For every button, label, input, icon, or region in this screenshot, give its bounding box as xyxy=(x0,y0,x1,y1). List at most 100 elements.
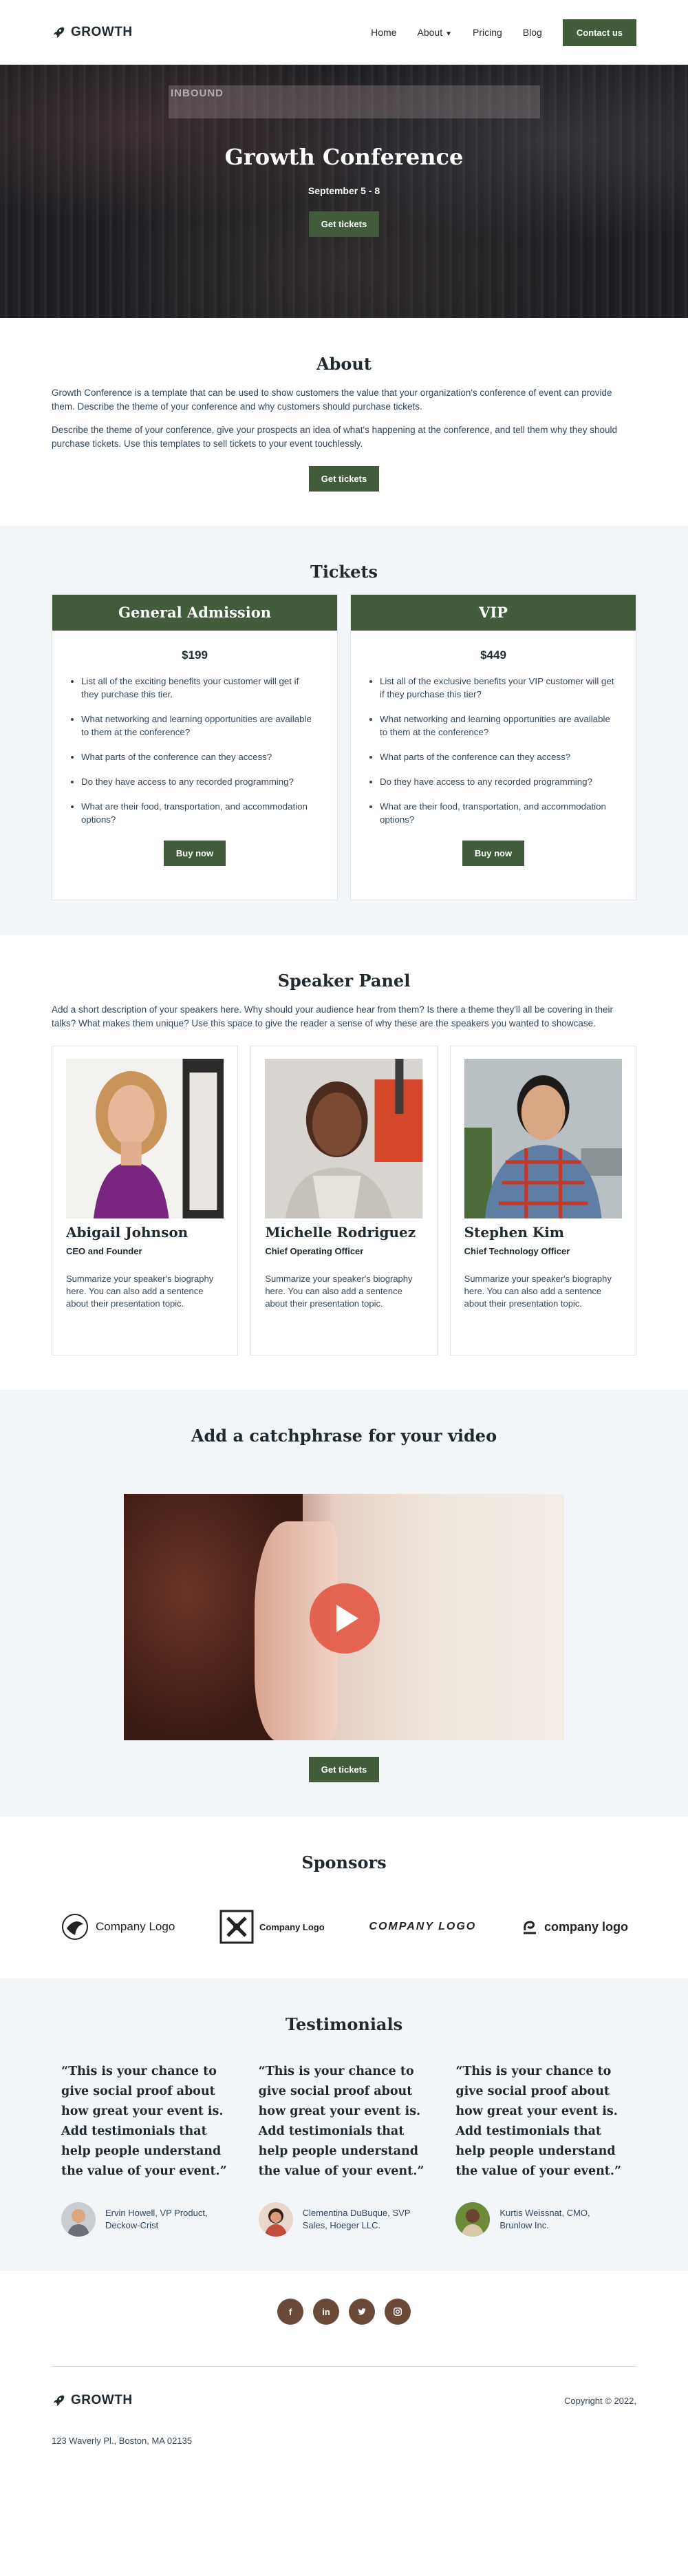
about-paragraph-2: Describe the theme of your conference, g… xyxy=(52,425,618,449)
video-title: Add a catchphrase for your video xyxy=(191,1426,497,1446)
about-section: About Growth Conference is a template th… xyxy=(0,318,688,526)
video-player[interactable] xyxy=(124,1494,564,1740)
avatar xyxy=(455,2202,491,2237)
leaf-icon xyxy=(62,1914,88,1940)
footer-logo[interactable]: GROWTH xyxy=(52,2393,133,2408)
testimonial-author: Clementina DuBuque, SVP xyxy=(302,2208,411,2218)
tickets-section: Tickets General Admission $199 List all … xyxy=(0,526,688,935)
linkedin-icon[interactable]: in xyxy=(313,2299,339,2325)
ticket-price: $199 xyxy=(182,648,208,662)
ticket-feature: List all of the exciting benefits your c… xyxy=(81,675,316,701)
testimonial-quote: “This is your chance to give social proo… xyxy=(61,2065,227,2178)
testimonials-title: Testimonials xyxy=(285,2014,403,2034)
speaker-photo xyxy=(265,1059,423,1218)
nav-blog[interactable]: Blog xyxy=(523,27,542,38)
nav-about-label: About xyxy=(417,27,443,38)
facebook-icon[interactable]: f xyxy=(277,2299,303,2325)
speaker-photo xyxy=(66,1059,224,1218)
sponsor-logo[interactable]: company logo xyxy=(521,1918,628,1936)
avatar xyxy=(61,2202,96,2237)
speaker-card: Abigail Johnson CEO and Founder Summariz… xyxy=(52,1046,239,1355)
ticket-card-vip: VIP $449 List all of the exclusive benef… xyxy=(350,594,636,900)
chevron-down-icon: ▼ xyxy=(445,30,452,38)
hero-banner: INBOUND Growth Conference September 5 - … xyxy=(0,65,688,318)
sponsor-logo-text: COMPANY LOGO xyxy=(369,1921,477,1932)
testimonial-company: Deckow-Crist xyxy=(105,2220,159,2230)
sponsors-section: Sponsors Company Logo Company Logo COMPA… xyxy=(0,1817,688,1978)
swirl-icon xyxy=(523,1921,536,1934)
site-footer: GROWTH Copyright © 2022, 123 Waverly Pl.… xyxy=(0,2352,688,2464)
ticket-feature: What networking and learning opportuniti… xyxy=(380,712,615,739)
testimonial-quote: “This is your chance to give social proo… xyxy=(258,2065,424,2178)
speakers-section: Speaker Panel Add a short description of… xyxy=(0,935,688,1390)
about-title: About xyxy=(316,354,372,374)
speaker-photo xyxy=(464,1059,622,1218)
speaker-name: Abigail Johnson xyxy=(66,1224,189,1241)
testimonial-card: “This is your chance to give social proo… xyxy=(258,2062,430,2237)
avatar xyxy=(258,2202,293,2237)
instagram-icon[interactable] xyxy=(385,2299,411,2325)
testimonial-card: “This is your chance to give social proo… xyxy=(455,2062,627,2237)
sponsor-logo-text: Company Logo xyxy=(259,1921,325,1932)
main-nav: Home About ▼ Pricing Blog Contact us xyxy=(371,19,636,46)
ticket-feature: What parts of the conference can they ac… xyxy=(81,750,316,763)
site-header: GROWTH Home About ▼ Pricing Blog Contact … xyxy=(0,0,688,65)
brand-logo[interactable]: GROWTH xyxy=(52,25,133,40)
sponsor-logo[interactable]: Company Logo xyxy=(60,1912,175,1942)
ticket-card-general: General Admission $199 List all of the e… xyxy=(52,594,338,900)
tickets-title: Tickets xyxy=(310,562,378,582)
footer-divider xyxy=(52,2366,636,2367)
speaker-card: Stephen Kim Chief Technology Officer Sum… xyxy=(449,1046,636,1355)
speaker-role: CEO and Founder xyxy=(66,1246,142,1256)
brand-name: GROWTH xyxy=(71,25,133,39)
sponsor-logo-text: company logo xyxy=(544,1919,628,1934)
nav-pricing[interactable]: Pricing xyxy=(473,27,502,38)
testimonial-author: Kurtis Weissnat, CMO, xyxy=(499,2208,590,2218)
speaker-role: Chief Operating Officer xyxy=(265,1246,364,1256)
speaker-name: Stephen Kim xyxy=(464,1224,564,1241)
sponsors-title: Sponsors xyxy=(301,1852,387,1872)
buy-now-button[interactable]: Buy now xyxy=(163,841,226,866)
testimonial-quote: “This is your chance to give social proo… xyxy=(455,2065,622,2178)
ticket-feature: Do they have access to any recorded prog… xyxy=(81,775,316,788)
rocket-icon xyxy=(53,27,65,39)
testimonial-author: Ervin Howell, VP Product, xyxy=(105,2208,208,2218)
footer-brand-name: GROWTH xyxy=(71,2393,133,2407)
rocket-icon xyxy=(53,2395,65,2407)
speaker-card: Michelle Rodriguez Chief Operating Offic… xyxy=(250,1046,438,1355)
video-section: Add a catchphrase for your video Get tic… xyxy=(0,1390,688,1817)
about-get-tickets-button[interactable]: Get tickets xyxy=(308,466,380,492)
speaker-bio: Summarize your speaker's biography here.… xyxy=(66,1274,214,1309)
speakers-title: Speaker Panel xyxy=(277,971,411,991)
ticket-feature: What are their food, transportation, and… xyxy=(81,800,316,826)
hero-get-tickets-button[interactable]: Get tickets xyxy=(308,211,380,237)
ticket-feature: What parts of the conference can they ac… xyxy=(380,750,615,763)
ticket-tier-name: General Admission xyxy=(52,595,337,631)
hero-title: Growth Conference xyxy=(224,144,464,170)
sponsor-logo[interactable]: COMPANY LOGO xyxy=(369,1921,476,1933)
testimonial-company: Sales, Hoeger LLC. xyxy=(302,2220,381,2230)
twitter-icon[interactable] xyxy=(349,2299,375,2325)
play-icon[interactable] xyxy=(310,1583,380,1654)
ticket-feature: List all of the exclusive benefits your … xyxy=(380,675,615,701)
nav-home[interactable]: Home xyxy=(371,27,396,38)
ticket-price: $449 xyxy=(480,648,506,662)
ticket-tier-name: VIP xyxy=(351,595,636,631)
speaker-name: Michelle Rodriguez xyxy=(265,1224,416,1241)
speaker-bio: Summarize your speaker's biography here.… xyxy=(265,1274,413,1309)
video-get-tickets-button[interactable]: Get tickets xyxy=(308,1757,380,1782)
speaker-role: Chief Technology Officer xyxy=(464,1246,570,1256)
footer-copyright: Copyright © 2022, xyxy=(564,2395,636,2406)
speakers-description: Add a short description of your speakers… xyxy=(52,1004,614,1028)
about-paragraph-1: Growth Conference is a template that can… xyxy=(52,388,612,412)
ticket-feature: What networking and learning opportuniti… xyxy=(81,712,316,739)
contact-us-button[interactable]: Contact us xyxy=(562,19,636,46)
ticket-feature: What are their food, transportation, and… xyxy=(380,800,615,826)
speaker-bio: Summarize your speaker's biography here.… xyxy=(464,1274,612,1309)
sponsor-logo[interactable]: Company Logo xyxy=(219,1910,325,1944)
nav-about[interactable]: About ▼ xyxy=(418,27,453,38)
testimonials-section: Testimonials “This is your chance to giv… xyxy=(0,1978,688,2271)
x-badge-icon xyxy=(219,1910,254,1944)
testimonial-card: “This is your chance to give social proo… xyxy=(61,2062,233,2237)
buy-now-button[interactable]: Buy now xyxy=(462,841,525,866)
